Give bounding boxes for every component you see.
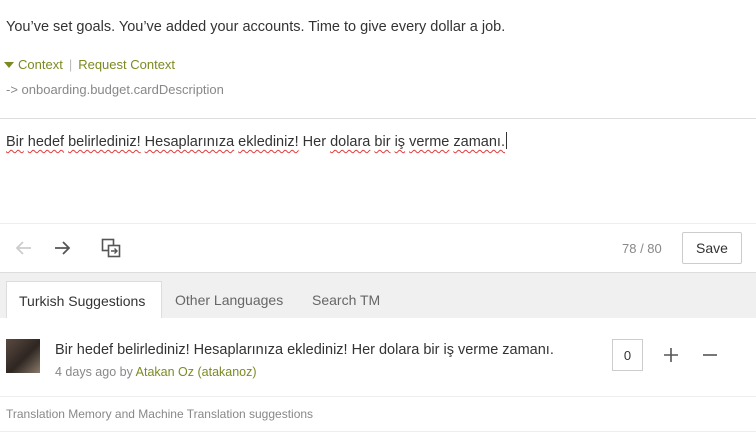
arrow-right-icon[interactable] xyxy=(50,236,74,260)
word: Bir xyxy=(6,134,24,150)
editor-toolbar: 78 / 80 Save xyxy=(0,223,756,273)
suggestion-author-link[interactable]: Atakan Oz (atakanoz) xyxy=(136,365,257,379)
word: zamanı. xyxy=(453,134,505,150)
avatar xyxy=(6,339,40,373)
suggestion-meta: 4 days ago by Atakan Oz (atakanoz) xyxy=(55,365,257,379)
copy-source-icon[interactable] xyxy=(99,236,123,260)
tab-turkish-suggestions[interactable]: Turkish Suggestions xyxy=(6,281,162,319)
context-toggle[interactable]: Context xyxy=(18,57,63,72)
separator: | xyxy=(68,57,73,72)
word: verme xyxy=(409,134,450,150)
translation-text[interactable]: Bir hedef belirlediniz! Hesaplarınıza ek… xyxy=(6,132,507,150)
string-key: -> onboarding.budget.cardDescription xyxy=(6,82,224,97)
translation-editor[interactable]: Bir hedef belirlediniz! Hesaplarınıza ek… xyxy=(0,119,756,223)
word: Hesaplarınıza xyxy=(144,134,235,150)
minus-icon[interactable] xyxy=(700,344,720,366)
tab-other-languages[interactable]: Other Languages xyxy=(175,281,283,319)
word: iş xyxy=(394,134,406,150)
context-row: Context | Request Context xyxy=(4,57,175,72)
word: Her xyxy=(302,134,327,150)
suggestion-item[interactable]: Bir hedef belirlediniz! Hesaplarınıza ek… xyxy=(0,318,756,396)
word: belirlediniz! xyxy=(68,134,141,150)
source-string: You’ve set goals. You’ve added your acco… xyxy=(6,19,506,35)
character-count: 78 / 80 xyxy=(622,241,662,256)
arrow-left-icon[interactable] xyxy=(12,236,36,260)
text-caret xyxy=(506,132,507,149)
tab-search-tm[interactable]: Search TM xyxy=(312,281,380,319)
request-context-link[interactable]: Request Context xyxy=(78,57,175,72)
footer-note: Translation Memory and Machine Translati… xyxy=(6,407,314,421)
word: hedef xyxy=(27,134,65,150)
suggestion-text[interactable]: Bir hedef belirlediniz! Hesaplarınıza ek… xyxy=(55,342,554,358)
word: bir xyxy=(374,134,391,150)
word: dolara xyxy=(330,134,371,150)
suggestions-footer: Translation Memory and Machine Translati… xyxy=(0,396,756,432)
suggestions-tabs: Turkish Suggestions Other Languages Sear… xyxy=(0,272,756,319)
caret-down-icon[interactable] xyxy=(4,61,14,68)
plus-icon[interactable] xyxy=(661,344,681,366)
word: eklediniz! xyxy=(238,134,299,150)
vote-count: 0 xyxy=(612,339,643,371)
save-button[interactable]: Save xyxy=(682,232,742,264)
suggestion-time: 4 days ago by xyxy=(55,365,133,379)
